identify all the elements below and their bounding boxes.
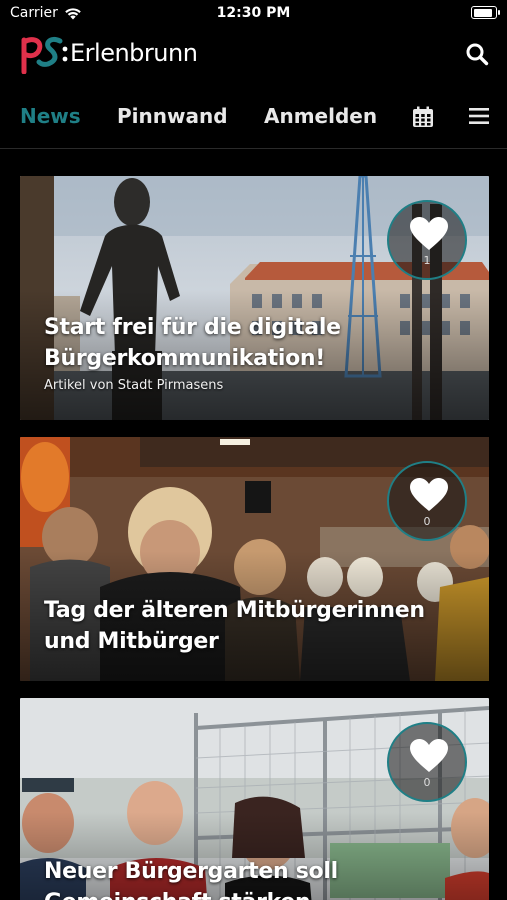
card-author: Artikel von Stadt Pirmasens bbox=[44, 378, 224, 393]
battery-level bbox=[473, 8, 492, 17]
app-logo[interactable]: Erlenbrunn bbox=[20, 32, 198, 74]
ps-logo-icon bbox=[21, 36, 68, 74]
tab-anmelden[interactable]: Anmelden bbox=[264, 104, 377, 128]
heart-icon bbox=[410, 217, 448, 250]
card-title: Start frei für die digitale Bürgerkommun… bbox=[44, 315, 341, 371]
heart-icon bbox=[410, 478, 448, 511]
news-card[interactable]: 0 Tag der älteren Mitbürgerinnen und Mit… bbox=[20, 437, 489, 681]
like-button[interactable]: 0 bbox=[387, 722, 467, 802]
app-header: Erlenbrunn bbox=[0, 30, 507, 80]
tab-pinnwand[interactable]: Pinnwand bbox=[117, 104, 228, 128]
status-bar: Carrier 12:30 PM bbox=[0, 0, 507, 30]
calendar-icon[interactable] bbox=[412, 106, 434, 128]
like-count: 0 bbox=[423, 776, 431, 789]
like-count: 0 bbox=[423, 515, 431, 528]
nav-divider bbox=[0, 148, 507, 149]
battery-icon bbox=[471, 6, 500, 19]
search-icon[interactable] bbox=[465, 42, 489, 66]
heart-icon bbox=[410, 739, 448, 772]
app-name: Erlenbrunn bbox=[70, 39, 198, 67]
tab-news[interactable]: News bbox=[20, 104, 81, 128]
like-button[interactable]: 0 bbox=[387, 461, 467, 541]
card-title: Neuer Bürgergarten soll Gemeinschaft stä… bbox=[44, 859, 338, 900]
like-count: 1 bbox=[423, 254, 431, 267]
news-card[interactable]: 1 Start frei für die digitale Bürgerkomm… bbox=[20, 176, 489, 420]
card-title: Tag der älteren Mitbürgerinnen und Mitbü… bbox=[44, 598, 425, 654]
hamburger-menu-icon[interactable] bbox=[469, 106, 489, 126]
clock: 12:30 PM bbox=[216, 5, 291, 21]
main-nav: News Pinnwand Anmelden bbox=[0, 96, 507, 140]
news-card[interactable]: 0 Neuer Bürgergarten soll Gemeinschaft s… bbox=[20, 698, 489, 900]
like-button[interactable]: 1 bbox=[387, 200, 467, 280]
